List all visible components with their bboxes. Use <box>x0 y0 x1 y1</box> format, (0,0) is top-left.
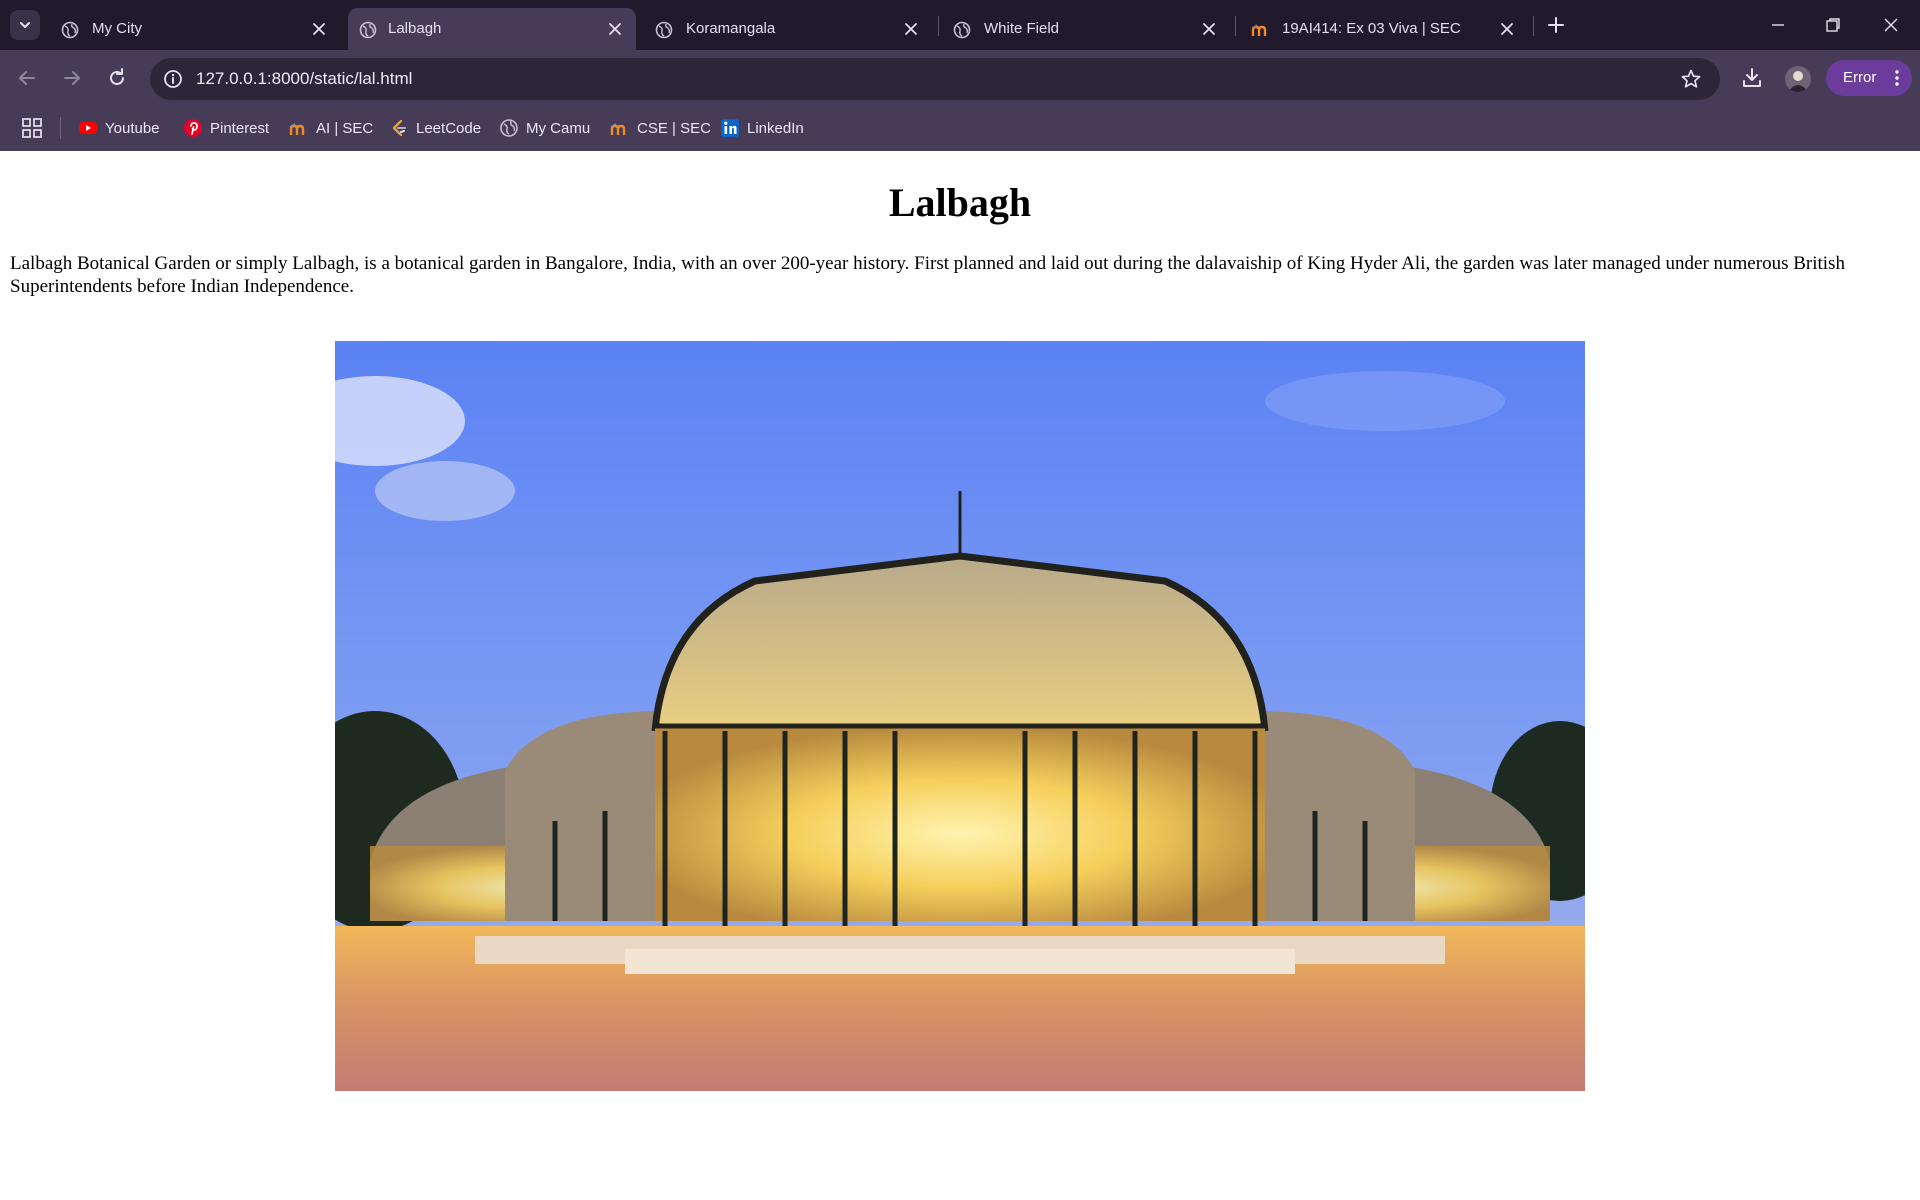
linkedin-icon <box>721 119 739 137</box>
tab-strip: My City Lalbagh Koramangala White Field … <box>0 0 1920 50</box>
moodle-icon <box>1251 24 1267 36</box>
restore-icon[interactable] <box>1821 13 1845 37</box>
more-vert-icon[interactable] <box>1894 68 1900 88</box>
youtube-icon <box>79 122 97 134</box>
bookmark-label: Pinterest <box>210 119 270 137</box>
bookmarks-bar <box>0 107 1920 151</box>
tab-viva-sec[interactable]: 19AI414: Ex 03 Viva | SEC <box>1238 8 1528 50</box>
chevron-down-icon <box>20 22 30 28</box>
download-icon[interactable] <box>1739 65 1765 91</box>
bookmark-youtube[interactable]: Youtube <box>78 116 160 140</box>
site-info-icon[interactable] <box>162 68 184 90</box>
close-icon[interactable] <box>902 20 920 38</box>
page-content: Lalbagh Lalbagh Botanical Garden or simp… <box>0 151 1920 1200</box>
bookmarks-divider <box>60 117 61 139</box>
page-description: Lalbagh Botanical Garden or simply Lalba… <box>10 253 1845 297</box>
globe-icon <box>359 21 377 39</box>
moodle-icon <box>610 123 626 135</box>
close-window-icon[interactable] <box>1879 13 1903 37</box>
address-bar[interactable]: 127.0.0.1:8000/static/lal.html <box>150 58 1720 100</box>
tab-separator <box>938 16 939 36</box>
forward-arrow-icon[interactable] <box>59 65 85 91</box>
moodle-icon <box>289 123 305 135</box>
globe-icon <box>500 119 518 137</box>
bookmark-label: LeetCode <box>416 119 482 137</box>
tab-title: Lalbagh <box>388 20 442 37</box>
close-icon[interactable] <box>1498 20 1516 38</box>
tab-search-button[interactable] <box>10 10 40 40</box>
bookmark-label: CSE | SEC <box>637 119 711 137</box>
tab-title: My City <box>92 20 142 37</box>
plus-icon[interactable] <box>1544 13 1568 37</box>
tab-separator <box>1235 16 1236 36</box>
minimize-icon[interactable] <box>1766 13 1790 37</box>
back-arrow-icon[interactable] <box>14 65 40 91</box>
bookmark-cse-sec[interactable]: CSE | SEC <box>610 116 711 140</box>
bookmark-ai-sec[interactable]: AI | SEC <box>289 116 373 140</box>
url-text[interactable]: 127.0.0.1:8000/static/lal.html <box>196 69 412 89</box>
tab-title: White Field <box>984 20 1060 37</box>
close-icon[interactable] <box>1200 20 1218 38</box>
globe-icon <box>655 21 673 39</box>
close-icon[interactable] <box>606 20 624 38</box>
profile-error-button[interactable]: Error <box>1826 60 1912 96</box>
bookmark-pinterest[interactable]: Pinterest <box>183 116 269 140</box>
error-label: Error <box>1843 69 1877 86</box>
tab-my-city[interactable]: My City <box>48 8 340 50</box>
tab-white-field[interactable]: White Field <box>940 8 1230 50</box>
reload-icon[interactable] <box>104 65 130 91</box>
tab-title: Koramangala <box>686 20 776 37</box>
close-icon[interactable] <box>310 20 328 38</box>
tab-separator <box>1533 16 1534 36</box>
bookmark-linkedin[interactable]: LinkedIn <box>720 116 804 140</box>
leetcode-icon <box>392 119 406 137</box>
tab-lalbagh[interactable]: Lalbagh <box>348 8 636 50</box>
globe-icon <box>953 21 971 39</box>
bookmark-label: My Camu <box>526 119 591 137</box>
bookmark-my-camu[interactable]: My Camu <box>499 116 590 140</box>
bookmark-leetcode[interactable]: LeetCode <box>389 116 481 140</box>
bookmark-label: Youtube <box>105 119 160 137</box>
star-icon[interactable] <box>1680 68 1702 90</box>
profile-avatar[interactable] <box>1785 66 1811 92</box>
tab-title: 19AI414: Ex 03 Viva | SEC <box>1282 20 1461 37</box>
bookmark-label: LinkedIn <box>747 119 804 137</box>
browser-toolbar: 127.0.0.1:8000/static/lal.html Error <box>0 50 1920 107</box>
page-title: Lalbagh <box>888 180 1032 225</box>
bookmark-label: AI | SEC <box>316 119 374 137</box>
lalbagh-glass-house-image <box>335 341 1585 1091</box>
tab-koramangala[interactable]: Koramangala <box>642 8 932 50</box>
avatar-icon <box>1788 71 1808 92</box>
pinterest-icon <box>184 119 202 137</box>
globe-icon <box>61 21 79 39</box>
apps-grid-icon[interactable] <box>21 117 43 139</box>
